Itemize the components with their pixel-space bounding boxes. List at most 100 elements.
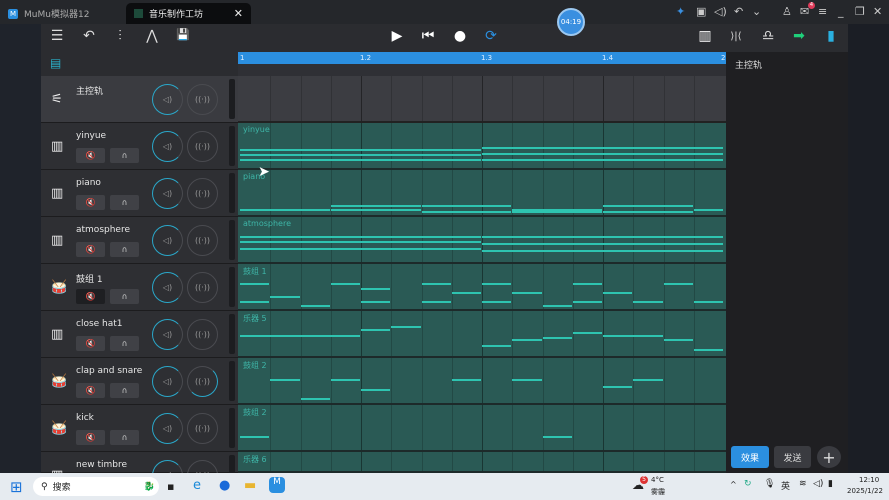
track-lane-1[interactable]: yinyue — [238, 123, 726, 170]
note[interactable] — [482, 152, 723, 155]
note[interactable] — [512, 339, 542, 342]
mute-button[interactable]: 🔇 — [76, 383, 105, 398]
edge-icon[interactable]: e — [193, 478, 201, 493]
track-header-1[interactable]: ▥ yinyue 🔇 ∩ ◁) ((·)) — [41, 123, 238, 170]
note[interactable] — [361, 287, 391, 290]
clock-time[interactable]: 12:10 — [859, 476, 879, 484]
play-button[interactable]: ▶ — [387, 28, 407, 44]
volume-knob[interactable]: ◁) — [152, 178, 183, 209]
track-scroll-handle[interactable] — [229, 220, 235, 260]
volume-knob[interactable]: ◁) — [152, 413, 183, 444]
pan-knob[interactable]: ((·)) — [187, 178, 218, 209]
close-window-icon[interactable]: ✕ — [873, 5, 882, 18]
note[interactable] — [482, 249, 723, 252]
track-header-3[interactable]: ▥ atmosphere 🔇 ∩ ◁) ((·)) — [41, 217, 238, 264]
pan-knob[interactable]: ((·)) — [187, 131, 218, 162]
note[interactable] — [391, 326, 421, 329]
note[interactable] — [512, 379, 542, 382]
save-icon[interactable]: 💾 — [173, 28, 193, 41]
note[interactable] — [482, 235, 723, 238]
volume-knob[interactable]: ◁) — [152, 225, 183, 256]
add-button[interactable]: + — [817, 446, 841, 468]
note[interactable] — [330, 282, 360, 285]
effects-button[interactable]: 效果 — [731, 446, 769, 468]
note[interactable] — [542, 336, 572, 339]
note[interactable] — [603, 292, 633, 295]
note[interactable] — [361, 388, 391, 391]
solo-headphone-button[interactable]: ∩ — [110, 430, 139, 445]
record-button[interactable]: ● — [450, 28, 470, 44]
note[interactable] — [451, 379, 481, 382]
note[interactable] — [330, 379, 360, 382]
track-lane-7[interactable]: 鼓组 2 — [238, 405, 726, 452]
note[interactable] — [361, 328, 391, 331]
panel-toggle-icon[interactable]: ▮ — [821, 28, 841, 44]
note[interactable] — [482, 159, 723, 162]
note[interactable] — [542, 435, 572, 438]
note[interactable] — [361, 300, 391, 303]
track-lane-5[interactable]: 乐器 5 — [238, 311, 726, 358]
track-header-6[interactable]: 🥁 clap and snare 🔇 ∩ ◁) ((·)) — [41, 358, 238, 405]
track-header-4[interactable]: 🥁 鼓组 1 🔇 ∩ ◁) ((·)) — [41, 264, 238, 311]
note[interactable] — [572, 300, 602, 303]
track-header-0[interactable]: ⚟ 主控轨 ◁) ((·)) — [41, 76, 238, 123]
track-lane-8[interactable]: 乐器 6 — [238, 452, 726, 473]
solo-headphone-button[interactable]: ∩ — [110, 336, 139, 351]
track-header-7[interactable]: 🥁 kick 🔇 ∩ ◁) ((·)) — [41, 405, 238, 452]
tab-mumu[interactable]: M MuMu模拟器12 — [0, 3, 125, 24]
mute-button[interactable]: 🔇 — [76, 148, 105, 163]
track-lane-6[interactable]: 鼓组 2 — [238, 358, 726, 405]
note[interactable] — [300, 397, 330, 400]
note[interactable] — [603, 334, 663, 337]
volume-knob[interactable]: ◁) — [152, 319, 183, 350]
note[interactable] — [693, 208, 723, 211]
menu-icon[interactable]: ☰ — [47, 28, 67, 44]
minimize-icon[interactable]: _ — [838, 5, 844, 18]
note[interactable] — [240, 148, 481, 151]
app-icon[interactable]: ● — [219, 478, 230, 493]
loop-button[interactable]: ⟳ — [481, 28, 501, 44]
volume-knob[interactable]: ◁) — [152, 366, 183, 397]
note[interactable] — [572, 282, 602, 285]
track-header-8[interactable]: ▥ new timbre 🔇 ∩ ◁) ((·)) — [41, 452, 238, 495]
track-scroll-handle[interactable] — [229, 408, 235, 448]
note[interactable] — [240, 282, 270, 285]
clock-date[interactable]: 2025/1/22 — [847, 487, 883, 495]
note[interactable] — [421, 211, 512, 214]
windows-start-icon[interactable]: ⊞ — [10, 478, 23, 496]
note[interactable] — [451, 292, 481, 295]
note[interactable] — [482, 282, 512, 285]
note[interactable] — [240, 300, 270, 303]
restore-icon[interactable]: ❐ — [855, 5, 865, 18]
track-lane-3[interactable]: atmosphere — [238, 217, 726, 264]
metronome-icon[interactable]: ♎ — [758, 28, 778, 44]
track-scroll-handle[interactable] — [229, 267, 235, 307]
note[interactable] — [572, 332, 602, 335]
volume-knob[interactable]: ◁) — [152, 272, 183, 303]
undo-icon[interactable]: ↶ — [79, 28, 99, 44]
track-scroll-handle[interactable] — [229, 79, 235, 119]
note[interactable] — [240, 153, 481, 156]
note[interactable] — [603, 211, 693, 214]
note[interactable] — [330, 205, 421, 208]
keyboard-icon[interactable]: ▣ — [696, 5, 706, 18]
pan-knob[interactable]: ((·)) — [187, 413, 218, 444]
menu-icon[interactable]: ≡ — [818, 5, 827, 18]
track-list-icon[interactable]: ▤ — [50, 56, 61, 70]
recording-timer[interactable]: 04:19 — [557, 8, 585, 36]
note[interactable] — [693, 300, 723, 303]
note[interactable] — [240, 435, 270, 438]
note[interactable] — [270, 295, 300, 298]
mute-button[interactable]: 🔇 — [76, 336, 105, 351]
mute-button[interactable]: 🔇 — [76, 195, 105, 210]
note[interactable] — [240, 159, 481, 162]
sync-icon[interactable]: ↻ — [744, 479, 752, 489]
note[interactable] — [482, 146, 723, 149]
ime-indicator[interactable]: 英 — [781, 479, 790, 492]
note[interactable] — [512, 211, 602, 214]
track-scroll-handle[interactable] — [229, 361, 235, 401]
note[interactable] — [482, 300, 512, 303]
note[interactable] — [482, 344, 512, 347]
mixer-icon[interactable]: ⫶ — [110, 28, 130, 44]
solo-headphone-button[interactable]: ∩ — [110, 383, 139, 398]
